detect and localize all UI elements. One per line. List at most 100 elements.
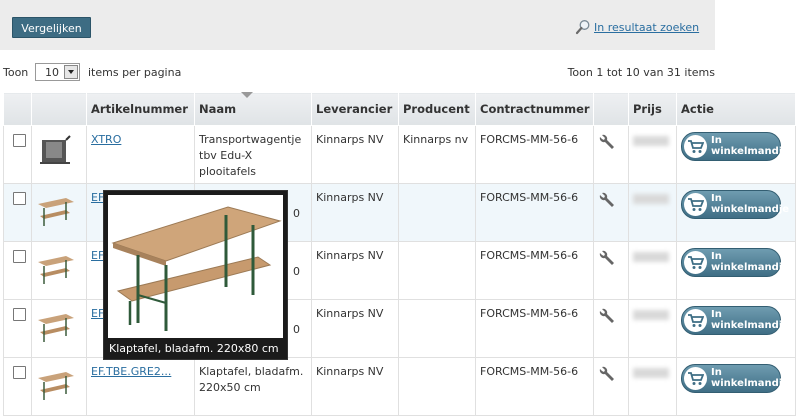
header-tool [593, 92, 629, 126]
add-to-cart-label: In winkelmandje [711, 193, 790, 215]
supplier-cell: Kinnarps NV [311, 241, 399, 300]
producer-cell: Kinnarps nv [398, 125, 476, 184]
header-contract[interactable]: Contractnummer [475, 92, 594, 126]
header-sku[interactable]: Artikelnummer [86, 92, 195, 126]
tool-cell [593, 125, 629, 184]
search-in-results-link[interactable]: In resultaat zoeken [575, 19, 699, 35]
producer-cell [398, 183, 476, 242]
row-checkbox[interactable] [13, 250, 26, 263]
tool-cell [593, 299, 629, 358]
compare-button[interactable]: Vergelijken [12, 17, 91, 38]
producer-cell [398, 299, 476, 358]
tool-cell [593, 183, 629, 242]
header-action: Actie [676, 92, 796, 126]
magnifier-icon [575, 20, 590, 35]
select-cell [3, 241, 32, 300]
thumbnail-cell [31, 357, 87, 416]
header-name-label: Naam [199, 102, 237, 116]
row-checkbox[interactable] [13, 134, 26, 147]
wrench-icon[interactable] [598, 248, 618, 268]
wrench-icon[interactable] [598, 190, 618, 210]
product-thumbnail[interactable] [36, 248, 76, 288]
wrench-icon[interactable] [598, 132, 618, 152]
cart-icon [684, 367, 707, 390]
sort-desc-icon [241, 92, 253, 98]
action-cell: In winkelmandje [676, 299, 796, 358]
cart-icon [684, 251, 707, 274]
sku-link[interactable]: XTRO [91, 133, 121, 146]
product-thumbnail[interactable] [36, 190, 76, 230]
producer-cell [398, 241, 476, 300]
product-thumbnail[interactable] [36, 364, 76, 404]
contract-cell: FORCMS-MM-56-6 [475, 183, 594, 242]
contract-cell: FORCMS-MM-56-6 [475, 357, 594, 416]
header-image [31, 92, 87, 126]
contract-cell: FORCMS-MM-56-6 [475, 241, 594, 300]
per-page-select[interactable]: 10 [35, 63, 80, 81]
add-to-cart-button[interactable]: In winkelmandje [681, 132, 789, 161]
price-value [633, 194, 669, 204]
row-checkbox[interactable] [13, 366, 26, 379]
supplier-cell: Kinnarps NV [311, 357, 399, 416]
pager: Toon 10 items per pagina Toon 1 tot 10 v… [3, 63, 715, 83]
add-to-cart-button[interactable]: In winkelmandje [681, 364, 789, 393]
supplier-cell: Kinnarps NV [311, 299, 399, 358]
sku-link[interactable]: EF.TBE.GRE2... [91, 365, 171, 378]
price-cell [628, 125, 677, 184]
product-thumbnail[interactable] [36, 132, 76, 172]
select-cell [3, 125, 32, 184]
cart-icon [684, 135, 707, 158]
thumbnail-cell [31, 241, 87, 300]
thumbnail-cell [31, 125, 87, 184]
add-to-cart-label: In winkelmandje [711, 251, 790, 273]
header-name[interactable]: Naam [194, 92, 312, 126]
header-price[interactable]: Prijs [628, 92, 677, 126]
table-row: EF.TBE.GRE2... Klaptafel, bladafm. 220x5… [3, 357, 796, 416]
image-preview-popup: Klaptafel, bladafm. 220x80 cm [103, 190, 288, 360]
select-cell [3, 183, 32, 242]
price-cell [628, 241, 677, 300]
header-producer[interactable]: Producent [398, 92, 476, 126]
tool-cell [593, 357, 629, 416]
add-to-cart-button[interactable]: In winkelmandje [681, 190, 789, 219]
dropdown-arrow-icon [64, 65, 78, 79]
header-supplier[interactable]: Leverancier [311, 92, 399, 126]
price-cell [628, 357, 677, 416]
contract-cell: FORCMS-MM-56-6 [475, 299, 594, 358]
thumbnail-cell [31, 299, 87, 358]
supplier-cell: Kinnarps NV [311, 183, 399, 242]
add-to-cart-label: In winkelmandje [711, 367, 790, 389]
search-in-results-label: In resultaat zoeken [594, 20, 700, 34]
add-to-cart-button[interactable]: In winkelmandje [681, 248, 789, 277]
toolbar: Vergelijken In resultaat zoeken [0, 0, 715, 50]
wrench-icon[interactable] [598, 306, 618, 326]
price-value [633, 252, 669, 262]
product-thumbnail[interactable] [36, 306, 76, 346]
supplier-cell: Kinnarps NV [311, 125, 399, 184]
wrench-icon[interactable] [598, 364, 618, 384]
table-row: XTRO Transportwagentje tbv Edu-X plooita… [3, 125, 796, 184]
select-cell [3, 299, 32, 358]
add-to-cart-label: In winkelmandje [711, 135, 790, 157]
action-cell: In winkelmandje [676, 183, 796, 242]
row-checkbox[interactable] [13, 192, 26, 205]
price-value [633, 136, 669, 146]
action-cell: In winkelmandje [676, 241, 796, 300]
name-cell: Klaptafel, bladafm. 220x50 cm [194, 357, 312, 416]
preview-image [108, 195, 283, 338]
row-checkbox[interactable] [13, 308, 26, 321]
table-header: Artikelnummer Naam Leverancier Producent… [3, 92, 796, 126]
price-cell [628, 299, 677, 358]
per-page-label: items per pagina [88, 66, 182, 79]
cart-icon [684, 309, 707, 332]
contract-cell: FORCMS-MM-56-6 [475, 125, 594, 184]
name-cell: Transportwagentje tbv Edu-X plooitafels [194, 125, 312, 184]
thumbnail-cell [31, 183, 87, 242]
select-cell [3, 357, 32, 416]
add-to-cart-button[interactable]: In winkelmandje [681, 306, 789, 335]
header-select [3, 92, 32, 126]
sku-cell: EF.TBE.GRE2... [86, 357, 195, 416]
price-value [633, 368, 669, 378]
producer-cell [398, 357, 476, 416]
sku-cell: XTRO [86, 125, 195, 184]
